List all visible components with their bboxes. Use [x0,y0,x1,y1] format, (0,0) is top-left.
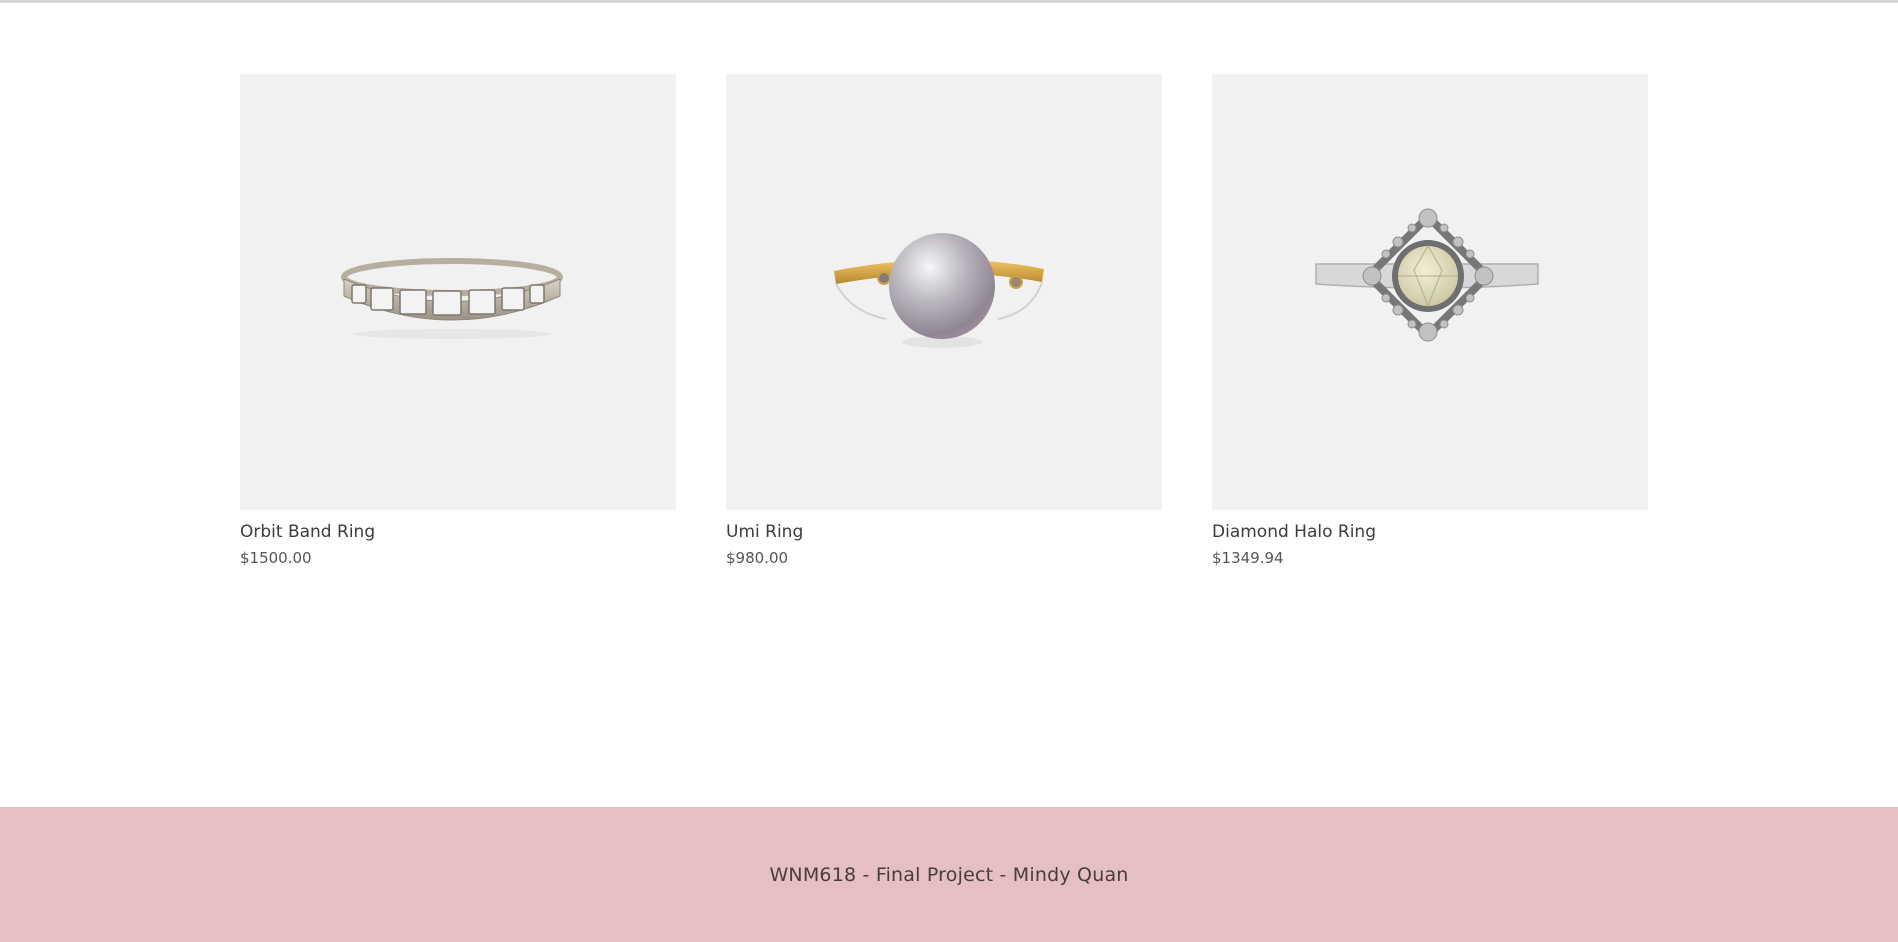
footer-text: WNM618 - Final Project - Mindy Quan [769,863,1129,886]
product-image[interactable] [726,74,1162,510]
top-divider [0,0,1898,3]
baguette-band-ring-image [341,258,563,339]
product-price: $980.00 [726,549,789,567]
halo-ring-image [1315,208,1539,342]
product-name[interactable]: Umi Ring [726,521,1162,543]
product-name[interactable]: Orbit Band Ring [240,521,676,543]
product-image[interactable] [1212,74,1648,510]
product-card-diamond-halo-ring[interactable]: Diamond Halo Ring $1349.94 [1212,74,1648,567]
product-card-umi-ring[interactable]: Umi Ring $980.00 [726,74,1162,567]
product-grid: Orbit Band Ring $1500.00 Umi Ring $980.0… [240,74,1648,567]
product-price: $1500.00 [240,549,312,567]
product-price: $1349.94 [1212,549,1284,567]
pearl-ring-image [834,233,1044,348]
product-name[interactable]: Diamond Halo Ring [1212,521,1648,543]
product-image[interactable] [240,74,676,510]
footer: WNM618 - Final Project - Mindy Quan [0,807,1898,942]
product-card-orbit-band-ring[interactable]: Orbit Band Ring $1500.00 [240,74,676,567]
